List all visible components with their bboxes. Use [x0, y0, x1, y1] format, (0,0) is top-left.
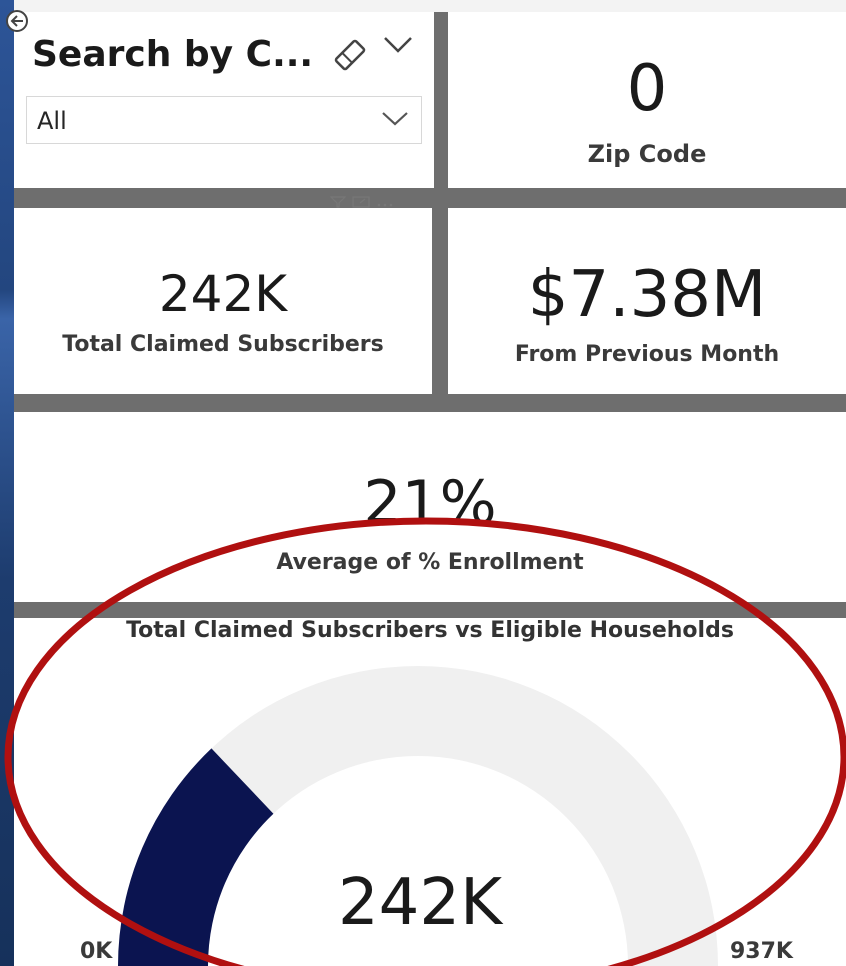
gauge-max-label: 937K: [730, 939, 794, 964]
gauge-value-label: 242K: [338, 866, 504, 940]
gauge-min-label: 0K: [80, 939, 113, 964]
gauge-chart: 242K 0K 937K: [4, 517, 846, 966]
